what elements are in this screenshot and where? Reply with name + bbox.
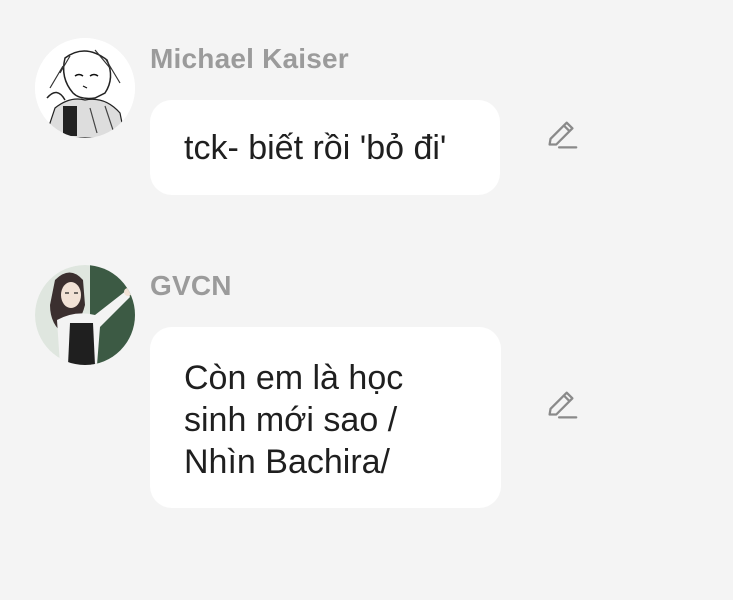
message-text-line-2: sinh mới sao / — [184, 401, 398, 439]
message-bubble[interactable]: tck- biết rồi 'bỏ đi' — [150, 100, 500, 195]
avatar[interactable] — [35, 38, 135, 138]
manga-character-avatar-icon — [35, 38, 135, 138]
message-text-line-1: Còn em là học — [184, 359, 404, 397]
avatar[interactable] — [35, 265, 135, 365]
teacher-character-avatar-icon — [35, 265, 135, 365]
sender-name: Michael Kaiser — [150, 43, 349, 74]
sender-name: GVCN — [150, 270, 232, 301]
message-text: tck- biết rồi 'bỏ đi' — [184, 129, 447, 167]
pencil-edit-icon[interactable] — [542, 116, 580, 154]
message-text-line-3: Nhìn Bachira/ — [184, 443, 390, 481]
pencil-edit-icon[interactable] — [542, 386, 580, 424]
message-bubble[interactable]: Còn em là học sinh mới sao / Nhìn Bachir… — [150, 327, 501, 508]
chat-view: Michael Kaiser tck- biết rồi 'bỏ đi' GVC… — [0, 0, 733, 600]
